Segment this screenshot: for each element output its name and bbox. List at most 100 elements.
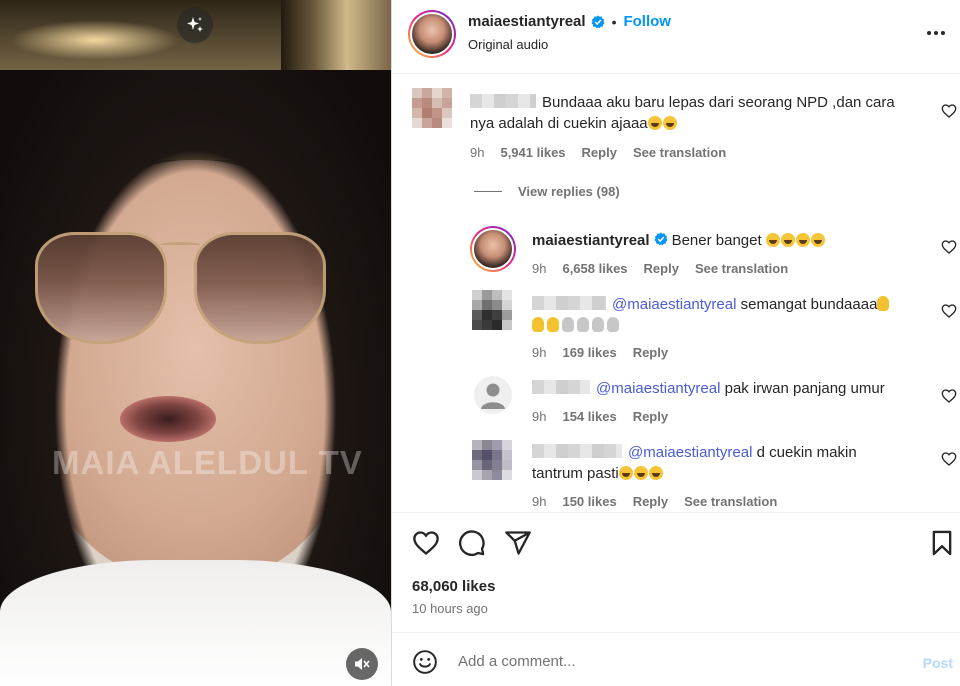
- reply-button[interactable]: Reply: [582, 145, 617, 160]
- author-row: maiaestiantyreal • Follow: [468, 13, 671, 30]
- reply-username[interactable]: maiaestiantyreal: [532, 232, 650, 249]
- grin-emoji-icon: [647, 116, 662, 130]
- reply-body: semangat bundaaaa: [740, 296, 878, 313]
- mute-button[interactable]: [346, 648, 378, 680]
- reply-meta: 9h 169 likes Reply: [532, 345, 668, 360]
- reply-mention[interactable]: @maiaestiantyreal: [596, 380, 720, 397]
- reply-likes[interactable]: 169 likes: [562, 345, 616, 360]
- muted-speaker-icon: [355, 658, 370, 670]
- waving-hands-emoji-icon: [562, 317, 574, 332]
- sparkle-icon: [187, 17, 203, 32]
- sunglasses-lens-left: [35, 232, 167, 344]
- like-reply-heart-icon[interactable]: [941, 451, 957, 467]
- grin-emoji-icon: [765, 233, 780, 247]
- reply-avatar-default[interactable]: [474, 376, 512, 414]
- reply-username-blurred[interactable]: [532, 380, 590, 394]
- reply-text: @maiaestiantyreal semangat bundaaaa: [532, 294, 922, 336]
- reply-author-avatar[interactable]: [470, 226, 516, 272]
- reply-mention[interactable]: @maiaestiantyreal: [628, 444, 752, 461]
- post-header: maiaestiantyreal • Follow Original audio: [392, 0, 960, 74]
- post-actions: 68,060 likes 10 hours ago: [392, 512, 960, 632]
- grin-emoji-icon: [780, 233, 795, 247]
- reply-body: Bener banget: [671, 232, 762, 249]
- grin-emoji-icon: [633, 466, 648, 480]
- emoji-picker-icon[interactable]: [412, 649, 438, 675]
- see-translation-button[interactable]: See translation: [684, 494, 777, 509]
- like-reply-heart-icon[interactable]: [941, 388, 957, 404]
- sparkle-button[interactable]: [177, 7, 213, 43]
- post-timestamp: 10 hours ago: [412, 601, 488, 616]
- raised-hand-emoji-icon: [532, 317, 544, 332]
- reply-meta: 9h 150 likes Reply See translation: [532, 494, 777, 509]
- waving-hands-emoji-icon: [607, 317, 619, 332]
- see-translation-button[interactable]: See translation: [695, 261, 788, 276]
- post-panel: maiaestiantyreal • Follow Original audio…: [391, 0, 960, 686]
- like-reply-heart-icon[interactable]: [941, 303, 957, 319]
- like-reply-heart-icon[interactable]: [941, 239, 957, 255]
- reply-meta: 9h 154 likes Reply: [532, 409, 668, 424]
- reply-username-blurred[interactable]: [532, 444, 622, 458]
- sunglasses-lens-right: [194, 232, 326, 344]
- verified-badge-icon: [591, 15, 605, 28]
- raised-hand-emoji-icon: [877, 296, 890, 311]
- more-options-icon: [927, 31, 931, 35]
- more-dot: [934, 31, 938, 35]
- grin-emoji-icon: [662, 116, 677, 130]
- reply-time: 9h: [532, 345, 547, 360]
- raised-hand-emoji-icon: [547, 317, 559, 332]
- reply-time: 9h: [532, 261, 547, 276]
- reply-likes[interactable]: 6,658 likes: [562, 261, 627, 276]
- comment-text: Bundaaa aku baru lepas dari seorang NPD …: [470, 92, 920, 134]
- like-comment-heart-icon[interactable]: [941, 103, 957, 119]
- reply-likes[interactable]: 150 likes: [562, 494, 616, 509]
- reply-button[interactable]: Reply: [633, 409, 668, 424]
- reply-button[interactable]: Reply: [633, 345, 668, 360]
- grin-emoji-icon: [618, 466, 633, 480]
- view-replies-button[interactable]: View replies (98): [474, 184, 620, 199]
- add-comment-bar: Post: [392, 632, 960, 686]
- see-translation-button[interactable]: See translation: [633, 145, 726, 160]
- more-options-button[interactable]: [923, 21, 949, 45]
- waving-hands-emoji-icon: [592, 317, 604, 332]
- video-light: [10, 20, 180, 60]
- reply-button[interactable]: Reply: [644, 261, 679, 276]
- video-watermark: MAIA ALELDUL TV: [52, 444, 363, 481]
- share-paper-plane-icon[interactable]: [504, 529, 532, 557]
- comment-likes[interactable]: 5,941 likes: [500, 145, 565, 160]
- commenter-username-blurred[interactable]: [470, 94, 536, 108]
- comment-meta: 9h 5,941 likes Reply See translation: [470, 145, 726, 160]
- reply-avatar[interactable]: [472, 440, 512, 480]
- commenter-avatar[interactable]: [412, 88, 452, 128]
- comment-input[interactable]: [458, 647, 898, 675]
- replies-line: [474, 191, 502, 192]
- grin-emoji-icon: [810, 233, 825, 247]
- author-avatar[interactable]: [408, 10, 456, 58]
- verified-badge-icon: [654, 232, 668, 246]
- reply-text: @maiaestiantyreal d cuekin makin tantrum…: [532, 442, 922, 484]
- view-replies-label: View replies (98): [518, 184, 620, 199]
- reply-body-line2: tantrum pasti: [532, 465, 619, 482]
- reply-likes[interactable]: 154 likes: [562, 409, 616, 424]
- post-comment-button[interactable]: Post: [923, 655, 953, 671]
- reply-mention[interactable]: @maiaestiantyreal: [612, 296, 736, 313]
- default-user-icon: [481, 383, 505, 409]
- post-likes-count[interactable]: 68,060 likes: [412, 578, 495, 595]
- reply-avatar[interactable]: [472, 290, 512, 330]
- grin-emoji-icon: [795, 233, 810, 247]
- video-shirt: [0, 560, 391, 686]
- follow-button[interactable]: Follow: [623, 13, 671, 30]
- original-audio-link[interactable]: Original audio: [468, 37, 548, 52]
- reply-body: pak irwan panjang umur: [724, 380, 885, 397]
- author-username[interactable]: maiaestiantyreal: [468, 13, 586, 30]
- video-mouth: [120, 396, 216, 442]
- reply-body-line1: d cuekin makin: [756, 444, 857, 461]
- reply-username-blurred[interactable]: [532, 296, 606, 310]
- save-bookmark-icon[interactable]: [928, 529, 956, 557]
- reply-text: @maiaestiantyreal pak irwan panjang umur: [532, 378, 922, 399]
- like-heart-icon[interactable]: [412, 529, 440, 557]
- reply-button[interactable]: Reply: [633, 494, 668, 509]
- reply-time: 9h: [532, 494, 547, 509]
- more-dot: [941, 31, 945, 35]
- comment-bubble-icon[interactable]: [458, 529, 486, 557]
- reel-video[interactable]: MAIA ALELDUL TV: [0, 0, 391, 686]
